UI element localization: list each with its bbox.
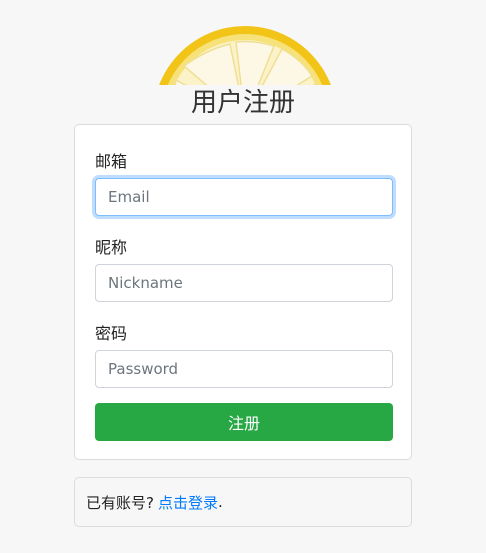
register-form-card: 邮箱 昵称 密码 注册 — [74, 124, 412, 460]
email-field[interactable] — [95, 178, 393, 216]
login-prompt-box: 已有账号? 点击登录 . — [74, 477, 412, 527]
page-title: 用户注册 — [190, 88, 295, 118]
password-label: 密码 — [95, 324, 128, 343]
login-link[interactable]: 点击登录 — [158, 492, 218, 513]
email-label: 邮箱 — [95, 152, 128, 171]
nickname-field[interactable] — [95, 264, 393, 302]
register-button[interactable]: 注册 — [95, 403, 393, 441]
password-field[interactable] — [95, 350, 393, 388]
login-prompt-text: 已有账号? — [86, 493, 154, 512]
lemon-slice-logo — [154, 18, 336, 85]
nickname-label: 昵称 — [95, 238, 128, 257]
login-prompt-suffix: . — [217, 493, 223, 511]
